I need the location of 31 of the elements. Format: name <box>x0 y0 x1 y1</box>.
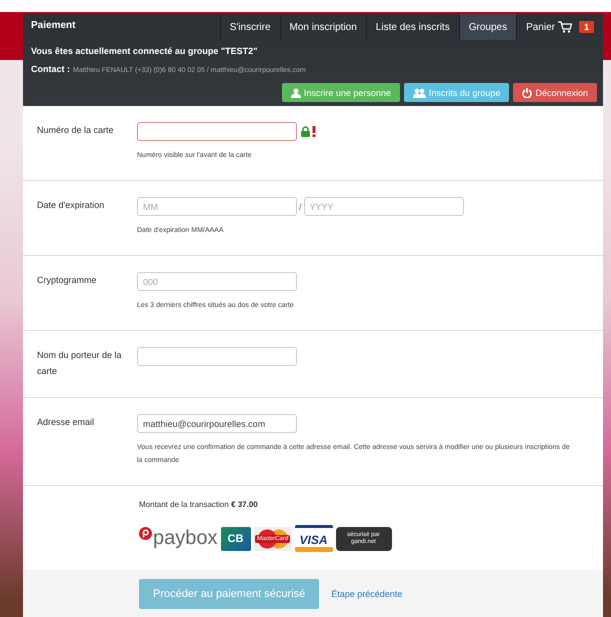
people-icon <box>412 88 426 98</box>
person-icon <box>290 88 301 98</box>
cart-tab[interactable]: Panier 1 <box>516 14 603 40</box>
input-field[interactable] <box>137 122 297 141</box>
field-label: Numéro de la carte <box>36 124 115 137</box>
input-field[interactable]: YYYY <box>304 197 464 216</box>
cb-logo: CB <box>220 526 250 550</box>
visa-logo: VISA <box>294 525 332 552</box>
page-title: Paiement <box>30 19 76 33</box>
field-label: Adresse email <box>36 416 96 429</box>
nav-tab[interactable]: S'inscrire <box>220 14 280 40</box>
field-label: Date d'expiration <box>36 199 106 212</box>
nav-tab[interactable]: Mon inscription <box>280 14 366 40</box>
power-icon <box>522 88 532 98</box>
header-button[interactable]: Déconnexion <box>513 83 597 102</box>
cart-count-badge: 1 <box>578 21 594 33</box>
input-field[interactable]: matthieu@courirpourelles.com <box>137 414 297 433</box>
input-field[interactable] <box>137 347 297 366</box>
transaction-amount: Montant de la transaction € 37.00 <box>139 500 259 509</box>
group-notice: Vous êtes actuellement connecté au groupe "TEST2" <box>30 45 258 56</box>
field-label: Cryptogramme <box>36 274 98 287</box>
previous-step-link[interactable]: Étape précédente <box>331 589 402 599</box>
nav-tab[interactable]: Groupes <box>458 14 516 40</box>
input-field[interactable]: 000 <box>137 272 297 291</box>
field-label: Nom du porteur de la carte <box>36 349 123 378</box>
contact-label: Contact : <box>31 64 70 74</box>
error-icon <box>312 126 316 137</box>
input-field[interactable]: MM <box>137 197 297 216</box>
paybox-logo: paybox <box>139 527 218 550</box>
date-separator: / <box>299 202 302 212</box>
cart-icon <box>558 21 572 33</box>
